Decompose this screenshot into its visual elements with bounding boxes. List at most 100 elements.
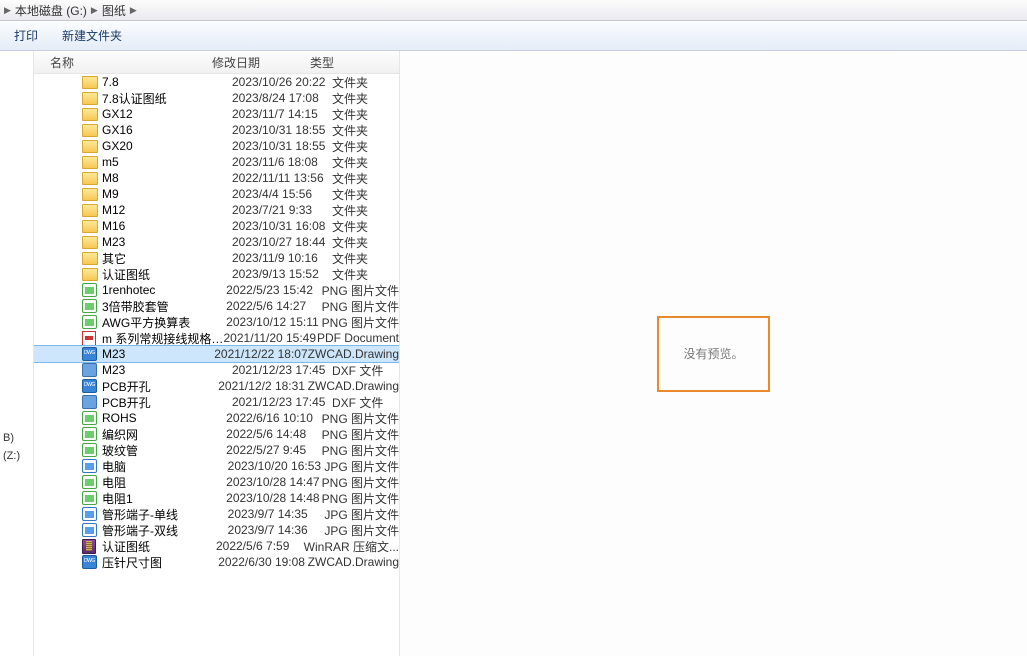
file-row[interactable]: 3倍带胶套管2022/5/6 14:27PNG 图片文件 xyxy=(34,298,399,314)
file-type: 文件夹 xyxy=(332,234,399,251)
file-type: PNG 图片文件 xyxy=(322,490,399,507)
file-row[interactable]: 7.82023/10/26 20:22文件夹 xyxy=(34,74,399,90)
file-row[interactable]: 电阻2023/10/28 14:47PNG 图片文件 xyxy=(34,474,399,490)
file-row[interactable]: M122023/7/21 9:33文件夹 xyxy=(34,202,399,218)
file-row[interactable]: 电阻12023/10/28 14:48PNG 图片文件 xyxy=(34,490,399,506)
file-row[interactable]: M92023/4/4 15:56文件夹 xyxy=(34,186,399,202)
folder-icon xyxy=(82,219,98,233)
file-date: 2023/10/31 18:55 xyxy=(232,139,332,153)
file-type: DXF 文件 xyxy=(332,362,399,379)
jpg-icon xyxy=(82,523,98,537)
file-row[interactable]: 认证图纸2023/9/13 15:52文件夹 xyxy=(34,266,399,282)
file-row[interactable]: 电脑2023/10/20 16:53JPG 图片文件 xyxy=(34,458,399,474)
file-row[interactable]: PCB开孔2021/12/2 18:31ZWCAD.Drawing xyxy=(34,378,399,394)
new-folder-button[interactable]: 新建文件夹 xyxy=(62,27,122,44)
file-name: GX16 xyxy=(82,123,232,137)
file-date: 2023/10/28 14:48 xyxy=(226,491,322,505)
file-row[interactable]: M232023/10/27 18:44文件夹 xyxy=(34,234,399,250)
file-name: ROHS xyxy=(82,411,226,425)
file-name: 3倍带胶套管 xyxy=(82,298,226,315)
jpg-icon xyxy=(82,459,98,473)
file-type: PNG 图片文件 xyxy=(322,314,399,331)
file-row[interactable]: 认证图纸2022/5/6 7:59WinRAR 压缩文... xyxy=(34,538,399,554)
file-date: 2023/10/31 18:55 xyxy=(232,123,332,137)
file-row[interactable]: M232021/12/23 17:45DXF 文件 xyxy=(34,362,399,378)
print-button[interactable]: 打印 xyxy=(14,27,38,44)
folder-icon xyxy=(82,203,98,217)
file-type: 文件夹 xyxy=(332,170,399,187)
file-row[interactable]: ROHS2022/6/16 10:10PNG 图片文件 xyxy=(34,410,399,426)
file-date: 2023/9/7 14:36 xyxy=(228,523,325,537)
file-date: 2023/11/7 14:15 xyxy=(232,107,332,121)
file-type: 文件夹 xyxy=(332,218,399,235)
column-headers[interactable]: 名称 修改日期 类型 xyxy=(34,51,399,74)
file-row[interactable]: 玻纹管2022/5/27 9:45PNG 图片文件 xyxy=(34,442,399,458)
file-name: m 系列常规接线规格_（修订版） xyxy=(82,330,224,347)
file-date: 2023/10/28 14:47 xyxy=(226,475,322,489)
file-type: 文件夹 xyxy=(332,202,399,219)
file-date: 2022/5/6 14:27 xyxy=(226,299,322,313)
zwcad-icon xyxy=(82,347,98,361)
file-name: GX12 xyxy=(82,107,232,121)
file-row[interactable]: 其它2023/11/9 10:16文件夹 xyxy=(34,250,399,266)
file-name: 管形端子-单线 xyxy=(82,506,228,523)
file-row[interactable]: m52023/11/6 18:08文件夹 xyxy=(34,154,399,170)
file-row[interactable]: PCB开孔2021/12/23 17:45DXF 文件 xyxy=(34,394,399,410)
file-name: M23 xyxy=(82,235,232,249)
file-type: 文件夹 xyxy=(332,154,399,171)
file-date: 2022/6/16 10:10 xyxy=(226,411,322,425)
file-name: M8 xyxy=(82,171,232,185)
file-row[interactable]: 管形端子-单线2023/9/7 14:35JPG 图片文件 xyxy=(34,506,399,522)
jpg-icon xyxy=(82,507,98,521)
file-row[interactable]: M162023/10/31 16:08文件夹 xyxy=(34,218,399,234)
file-date: 2021/12/23 17:45 xyxy=(232,395,332,409)
dxf-icon xyxy=(82,395,98,409)
file-row[interactable]: 1renhotec2022/5/23 15:42PNG 图片文件 xyxy=(34,282,399,298)
breadcrumb-sep-icon: ▶ xyxy=(130,5,137,16)
file-type: PNG 图片文件 xyxy=(322,410,399,427)
file-name: M16 xyxy=(82,219,232,233)
file-row[interactable]: GX202023/10/31 18:55文件夹 xyxy=(34,138,399,154)
folder-icon xyxy=(82,139,98,153)
folder-icon xyxy=(82,251,98,265)
file-date: 2022/11/11 13:56 xyxy=(232,171,332,185)
folder-icon xyxy=(82,187,98,201)
file-row[interactable]: AWG平方换算表2023/10/12 15:11PNG 图片文件 xyxy=(34,314,399,330)
file-type: PNG 图片文件 xyxy=(322,298,399,315)
nav-drive-z[interactable]: (Z:) xyxy=(0,449,33,463)
png-icon xyxy=(82,299,98,313)
file-row[interactable]: GX162023/10/31 18:55文件夹 xyxy=(34,122,399,138)
folder-icon xyxy=(82,267,98,281)
png-icon xyxy=(82,443,98,457)
nav-drive-b[interactable]: B) xyxy=(0,431,33,445)
nav-tree[interactable]: B) (Z:) xyxy=(0,51,34,656)
file-row[interactable]: M232021/12/22 18:07ZWCAD.Drawing xyxy=(34,346,399,362)
file-row[interactable]: GX122023/11/7 14:15文件夹 xyxy=(34,106,399,122)
file-date: 2023/9/7 14:35 xyxy=(228,507,325,521)
breadcrumb-disk[interactable]: 本地磁盘 (G:) xyxy=(15,2,87,19)
file-row[interactable]: 7.8认证图纸2023/8/24 17:08文件夹 xyxy=(34,90,399,106)
column-date[interactable]: 修改日期 xyxy=(212,54,310,71)
column-name[interactable]: 名称 xyxy=(34,54,212,71)
file-row[interactable]: m 系列常规接线规格_（修订版）2021/11/20 15:49PDF Docu… xyxy=(34,330,399,346)
file-name: PCB开孔 xyxy=(82,394,232,411)
file-date: 2023/10/20 16:53 xyxy=(228,459,325,473)
file-date: 2021/12/23 17:45 xyxy=(232,363,332,377)
file-date: 2023/10/27 18:44 xyxy=(232,235,332,249)
preview-box: 没有预览。 xyxy=(657,316,770,392)
png-icon xyxy=(82,427,98,441)
file-row[interactable]: M82022/11/11 13:56文件夹 xyxy=(34,170,399,186)
file-list: 名称 修改日期 类型 7.82023/10/26 20:22文件夹7.8认证图纸… xyxy=(34,51,400,656)
column-type[interactable]: 类型 xyxy=(310,54,399,71)
file-name: 电阻1 xyxy=(82,490,226,507)
file-row[interactable]: 管形端子-双线2023/9/7 14:36JPG 图片文件 xyxy=(34,522,399,538)
file-name: 其它 xyxy=(82,250,232,267)
breadcrumb-folder[interactable]: 图纸 xyxy=(102,2,126,19)
file-row[interactable]: 编织网2022/5/6 14:48PNG 图片文件 xyxy=(34,426,399,442)
file-date: 2022/5/23 15:42 xyxy=(226,283,322,297)
file-row[interactable]: 压针尺寸图2022/6/30 19:08ZWCAD.Drawing xyxy=(34,554,399,570)
file-name: GX20 xyxy=(82,139,232,153)
file-date: 2023/9/13 15:52 xyxy=(232,267,332,281)
file-date: 2023/10/31 16:08 xyxy=(232,219,332,233)
address-bar[interactable]: ▶ 本地磁盘 (G:) ▶ 图纸 ▶ xyxy=(0,0,1027,21)
